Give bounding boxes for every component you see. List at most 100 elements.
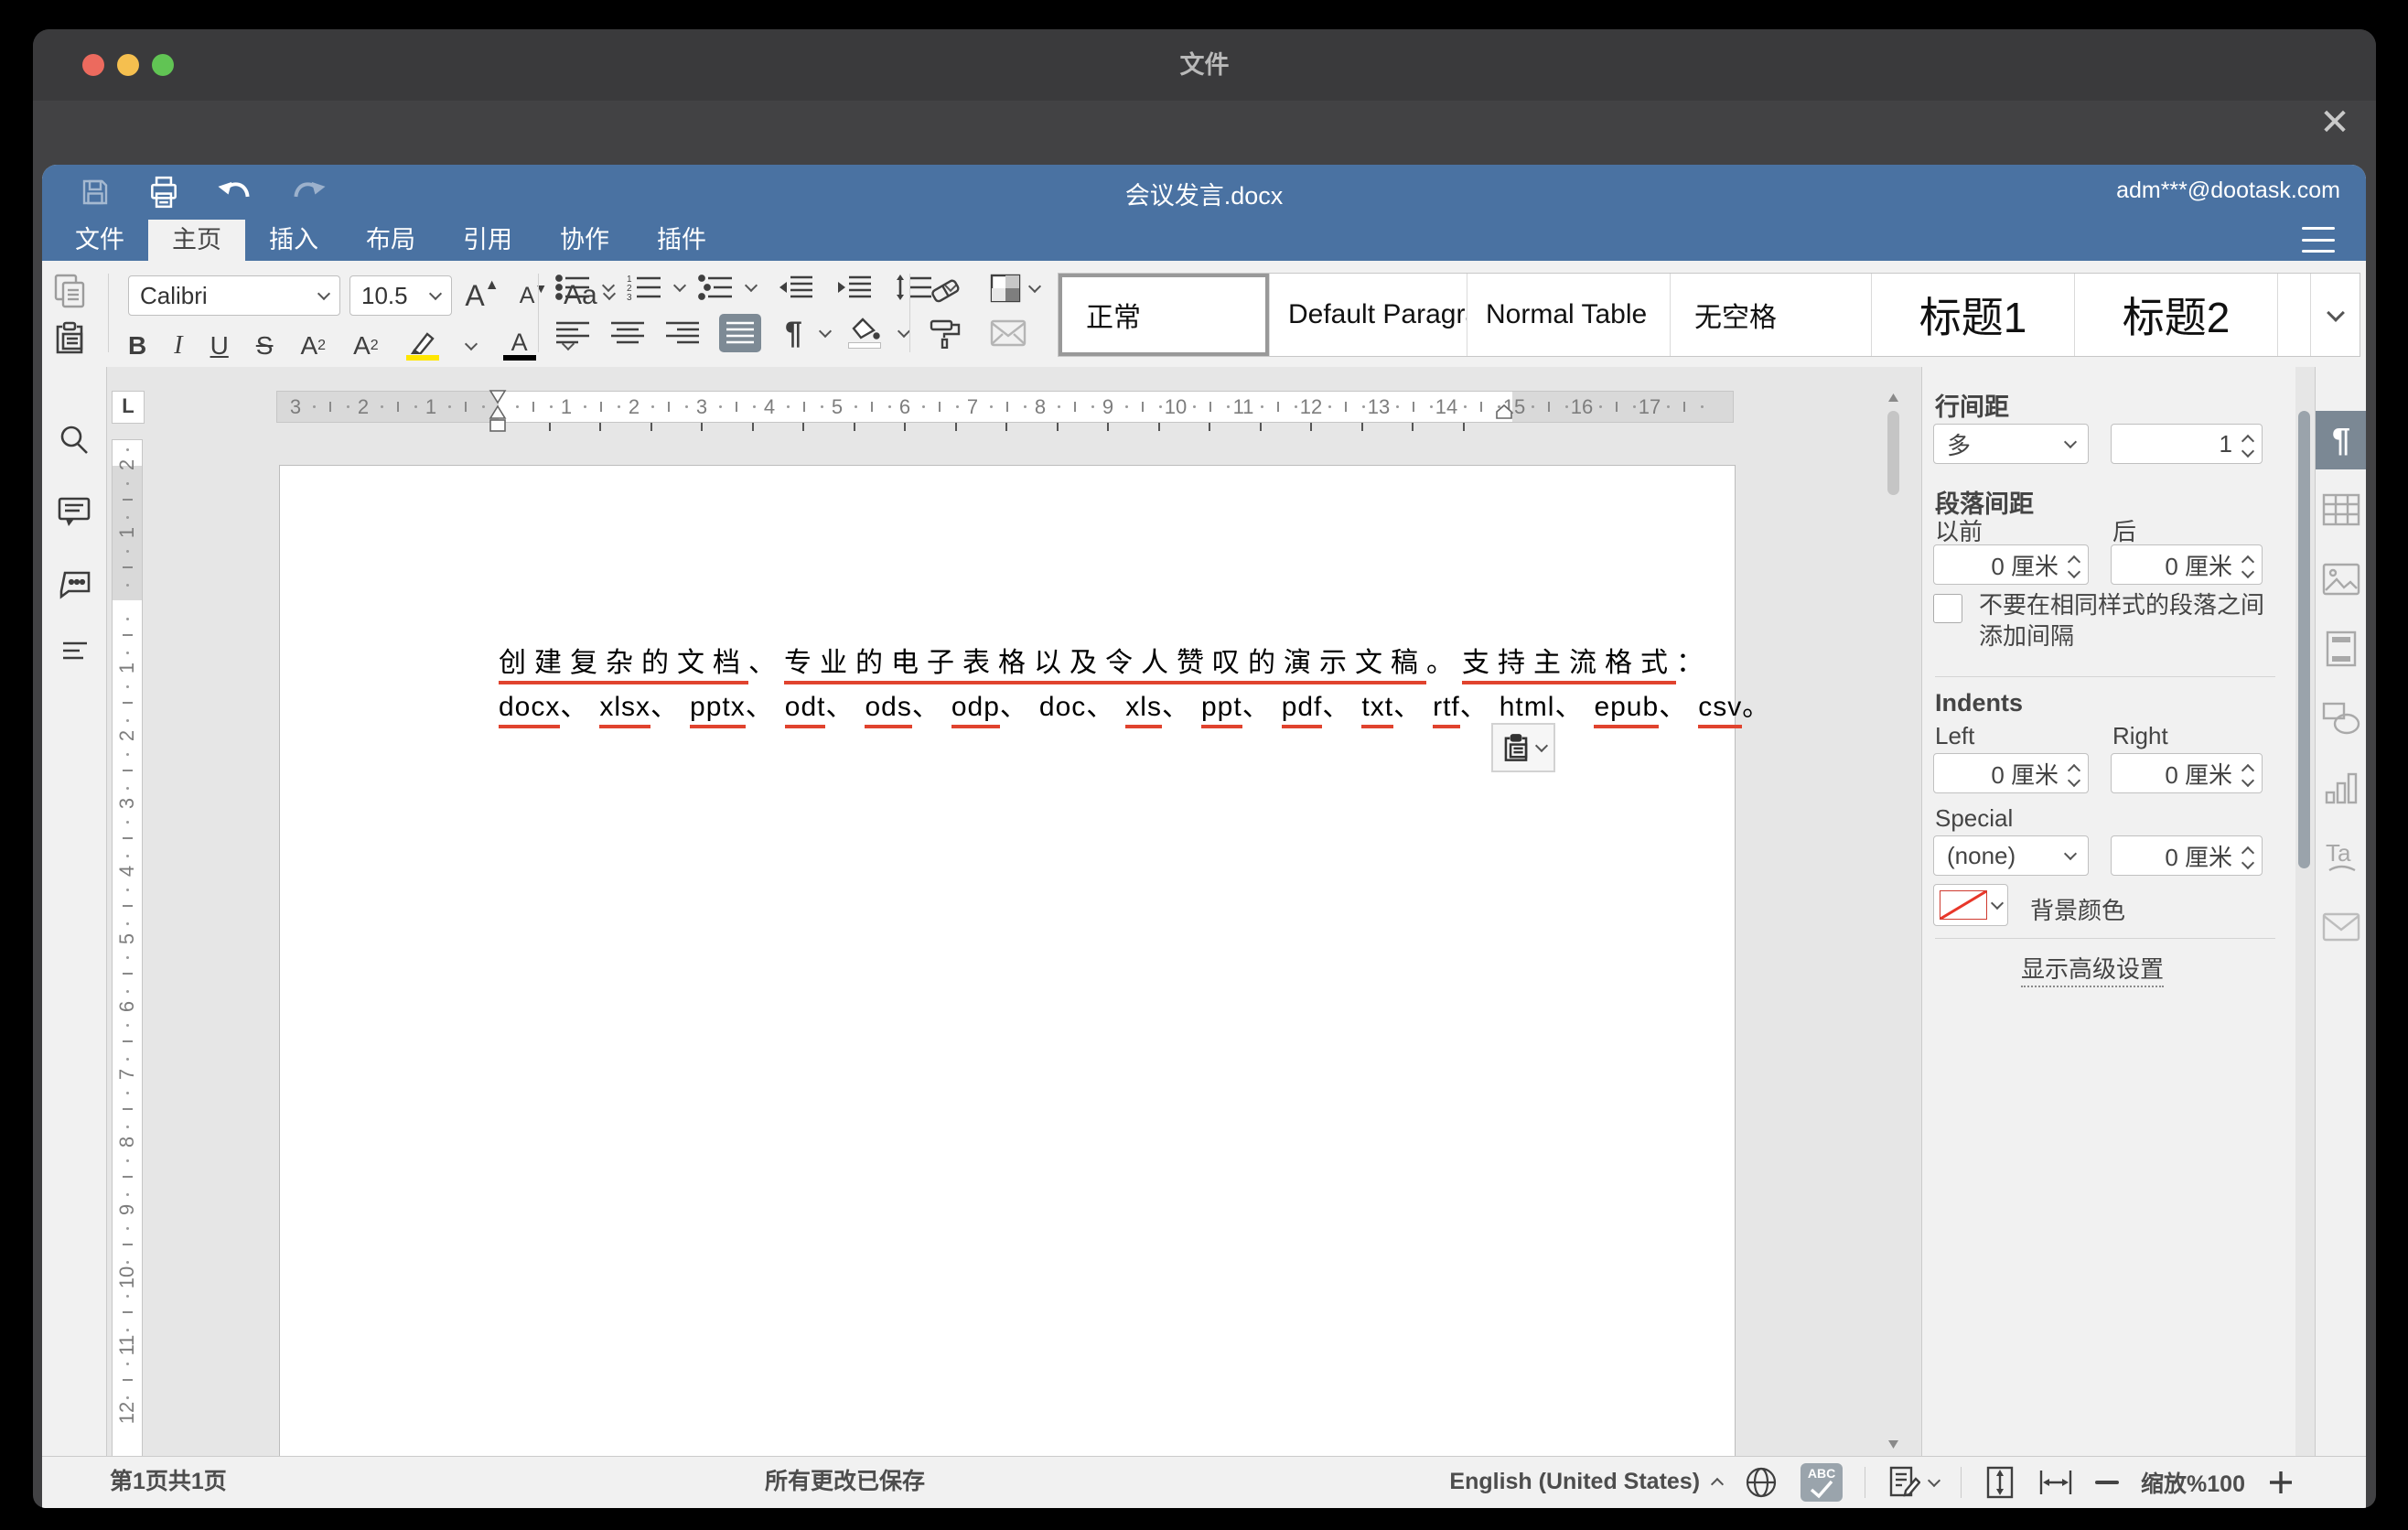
font-name-select[interactable]: Calibri: [128, 275, 340, 316]
zoom-in-icon[interactable]: [2267, 1469, 2295, 1496]
indent-marker-icon[interactable]: [488, 389, 508, 437]
increase-indent-icon[interactable]: [836, 274, 873, 301]
tab-stop-selector[interactable]: L: [112, 391, 145, 424]
document-line-2[interactable]: docx、xlsx、pptx、odt、ods、odp、doc、xls、ppt、p…: [499, 684, 1770, 724]
textart-settings-icon[interactable]: Ta: [2316, 828, 2366, 887]
navigation-icon[interactable]: [56, 632, 92, 669]
spell-check-icon[interactable]: ABC: [1801, 1463, 1843, 1502]
nonprinting-characters-icon[interactable]: ¶: [785, 316, 802, 351]
search-icon[interactable]: [56, 422, 92, 458]
shading-bucket-icon[interactable]: [848, 318, 881, 349]
style-no-spacing[interactable]: 无空格: [1670, 274, 1871, 356]
numbered-list-arrow-icon[interactable]: [673, 279, 686, 292]
copy-style-icon[interactable]: [928, 318, 964, 349]
spacing-after-spinner[interactable]: 0 厘米: [2111, 544, 2263, 585]
align-center-icon[interactable]: [609, 319, 646, 347]
increase-font-icon[interactable]: A▲: [461, 279, 503, 313]
style-heading1[interactable]: 标题1: [1871, 274, 2074, 356]
copy-icon[interactable]: [51, 272, 88, 308]
align-left-icon[interactable]: [554, 319, 591, 347]
chart-settings-icon[interactable]: [2316, 759, 2366, 817]
special-by-spinner[interactable]: 0 厘米: [2111, 835, 2263, 876]
chat-icon[interactable]: [56, 564, 92, 600]
tab-collaboration[interactable]: 协作: [536, 220, 633, 261]
style-heading2[interactable]: 标题2: [2074, 274, 2277, 356]
color-scheme-icon[interactable]: [990, 274, 1021, 303]
indent-right-spinner[interactable]: 0 厘米: [2111, 753, 2263, 793]
document-line-1[interactable]: 创建复杂的文档、专业的电子表格以及令人赞叹的演示文稿。支持主流格式：: [499, 640, 1712, 680]
scroll-down-icon[interactable]: [1887, 1438, 1899, 1449]
spacing-before-label: 以前: [1935, 513, 1983, 547]
mail-merge-icon[interactable]: [990, 319, 1027, 347]
bold-icon[interactable]: B: [128, 331, 146, 361]
panel-scrollbar-thumb[interactable]: [2298, 411, 2310, 868]
fit-page-icon[interactable]: [1983, 1466, 2016, 1499]
strikethrough-icon[interactable]: S: [256, 331, 274, 361]
line-spacing-value-spinner[interactable]: 1: [2111, 424, 2263, 464]
tab-file[interactable]: 文件: [51, 220, 148, 261]
color-scheme-arrow-icon[interactable]: [1028, 280, 1041, 293]
align-right-icon[interactable]: [664, 319, 701, 347]
background-color-button[interactable]: [1933, 884, 2008, 926]
style-gallery-expand-icon[interactable]: [2310, 274, 2360, 356]
multilevel-list-arrow-icon[interactable]: [745, 279, 758, 292]
document-scrollbar[interactable]: [1885, 391, 1903, 1451]
set-language-globe-icon[interactable]: [1744, 1465, 1779, 1500]
bullet-list-icon[interactable]: [554, 274, 591, 301]
scroll-up-icon[interactable]: [1887, 393, 1899, 404]
bullet-list-arrow-icon[interactable]: [602, 279, 615, 292]
zoom-out-icon[interactable]: [2095, 1481, 2119, 1484]
clear-style-icon[interactable]: [928, 274, 964, 303]
tab-layout[interactable]: 布局: [342, 220, 439, 261]
highlight-color-icon[interactable]: [406, 330, 439, 361]
paragraph-settings-icon[interactable]: ¶: [2316, 411, 2366, 469]
document-page[interactable]: 创建复杂的文档、专业的电子表格以及令人赞叹的演示文稿。支持主流格式： docx、…: [279, 465, 1736, 1457]
style-normal[interactable]: 正常: [1059, 274, 1269, 356]
vertical-ruler[interactable]: 21123456789101112: [112, 439, 143, 1457]
misspelled-text: csv: [1698, 692, 1742, 728]
close-icon[interactable]: ✕: [2315, 102, 2355, 143]
spacing-before-spinner[interactable]: 0 厘米: [1933, 544, 2089, 585]
nonprinting-characters-arrow-icon[interactable]: [819, 325, 832, 338]
scrollbar-thumb[interactable]: [1887, 411, 1899, 495]
tab-home[interactable]: 主页: [148, 220, 245, 261]
page-info[interactable]: 第1页共1页: [110, 1457, 227, 1507]
right-indent-marker-icon[interactable]: [1495, 404, 1513, 425]
numbered-list-icon[interactable]: 1 2 3: [626, 274, 662, 301]
style-default-paragraph[interactable]: Default Paragraph: [1269, 274, 1467, 356]
document-title: 会议发言.docx: [42, 176, 2366, 211]
language-select[interactable]: English (United States): [1449, 1469, 1722, 1495]
advanced-settings-link[interactable]: 显示高级设置: [1922, 951, 2263, 985]
tab-plugins[interactable]: 插件: [633, 220, 730, 261]
shape-settings-icon[interactable]: [2316, 689, 2366, 748]
track-changes-icon[interactable]: [1887, 1465, 1939, 1500]
comments-icon[interactable]: [56, 493, 92, 530]
fit-width-icon[interactable]: [2038, 1467, 2073, 1498]
multilevel-list-icon[interactable]: [697, 274, 734, 301]
italic-icon[interactable]: I: [174, 331, 182, 361]
superscript-icon[interactable]: A2: [300, 331, 326, 361]
decrease-indent-icon[interactable]: [778, 274, 814, 301]
view-settings-icon[interactable]: [2302, 227, 2335, 253]
mailmerge-settings-icon[interactable]: [2316, 898, 2366, 956]
table-settings-icon[interactable]: [2316, 480, 2366, 539]
shading-bucket-arrow-icon[interactable]: [898, 325, 910, 338]
paste-icon[interactable]: [51, 319, 88, 356]
line-spacing-type-select[interactable]: 多: [1933, 424, 2089, 464]
font-color-icon[interactable]: A: [503, 330, 536, 361]
highlight-color-arrow-icon[interactable]: [465, 337, 478, 350]
tab-references[interactable]: 引用: [439, 220, 536, 261]
paste-options-button[interactable]: [1491, 723, 1555, 772]
underline-icon[interactable]: U: [210, 331, 229, 361]
no-space-between-checkbox[interactable]: [1933, 594, 1962, 623]
subscript-icon[interactable]: A2: [353, 331, 379, 361]
header-footer-settings-icon[interactable]: [2316, 620, 2366, 678]
justify-icon[interactable]: [719, 314, 761, 352]
decrease-font-icon[interactable]: A▼: [512, 283, 554, 309]
tab-insert[interactable]: 插入: [245, 220, 342, 261]
font-size-select[interactable]: 10.5: [349, 275, 452, 316]
special-select[interactable]: (none): [1933, 835, 2089, 876]
image-settings-icon[interactable]: [2316, 550, 2366, 609]
style-normal-table[interactable]: Normal Table: [1467, 274, 1670, 356]
indent-left-spinner[interactable]: 0 厘米: [1933, 753, 2089, 793]
